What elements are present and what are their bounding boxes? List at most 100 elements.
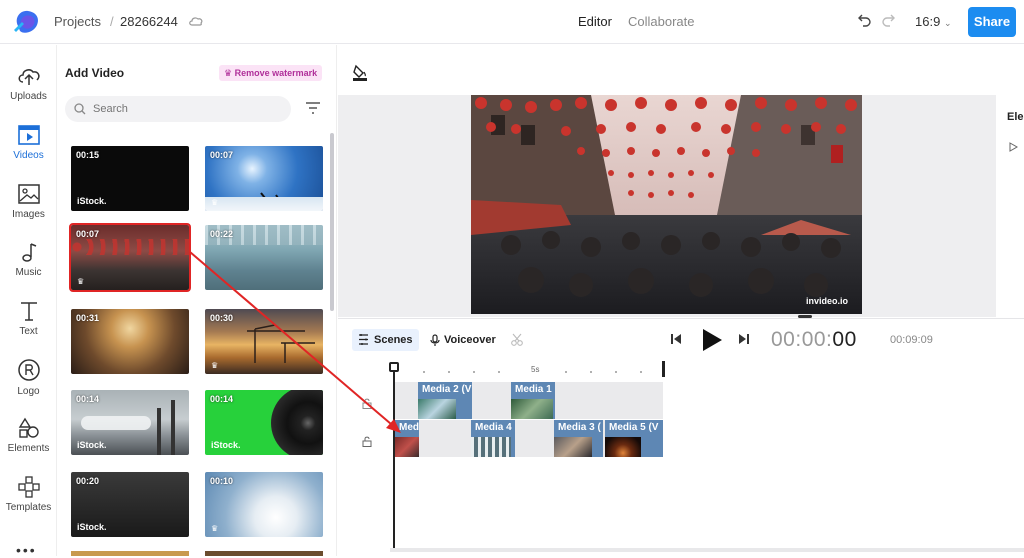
- media-clip[interactable]: Media 5 (V: [605, 420, 663, 457]
- video-thumbnail[interactable]: 00:20 iStock.: [71, 472, 189, 537]
- tab-voiceover[interactable]: Voiceover: [430, 329, 496, 351]
- timeline-controls: Scenes Voiceover 00:00:00 00:09:09: [338, 315, 1024, 358]
- timeline-scrollbar[interactable]: [390, 548, 1024, 552]
- top-bar: Projects / 28266244 Editor Collaborate 1…: [0, 0, 1024, 44]
- invideo-watermark: invideo.io: [805, 296, 848, 306]
- canvas-area: invideo.io Ele: [338, 45, 1024, 317]
- timeline-ruler[interactable]: 5s: [393, 365, 663, 378]
- rail-label: Templates: [5, 502, 52, 513]
- premium-crown-icon: ♛: [211, 198, 219, 207]
- rail-item-uploads[interactable]: Uploads: [0, 65, 57, 102]
- tab-scenes[interactable]: Scenes: [352, 329, 419, 351]
- video-thumbnail[interactable]: 00:15 iStock.: [71, 146, 189, 211]
- text-icon: [20, 302, 37, 321]
- rail-item-elements[interactable]: Elements: [0, 417, 57, 454]
- templates-grid-icon: [17, 476, 40, 498]
- istock-watermark: iStock.: [211, 440, 241, 450]
- elements-panel-label[interactable]: Ele: [1007, 111, 1024, 123]
- istock-watermark: iStock.: [77, 196, 107, 206]
- breadcrumb-projects[interactable]: Projects: [54, 14, 101, 29]
- aspect-ratio-dropdown[interactable]: 16:9 ⌄: [915, 14, 951, 29]
- video-duration: 00:22: [210, 229, 234, 239]
- video-thumbnail-partial[interactable]: [205, 551, 323, 556]
- chevron-down-icon: ⌄: [943, 18, 952, 28]
- image-icon: [17, 184, 40, 204]
- rail-item-videos[interactable]: Videos: [0, 124, 57, 161]
- add-video-panel: Add Video ♛ Remove watermark 00:15 iStoc…: [57, 45, 337, 556]
- timeline-end-marker[interactable]: [662, 361, 665, 377]
- resize-handle[interactable]: [798, 315, 812, 318]
- timeline-track-bottom[interactable]: Med Media 4 Media 3 ( Media 5 (V: [395, 420, 663, 457]
- istock-watermark: iStock.: [77, 522, 107, 532]
- rail-label: Elements: [7, 443, 50, 454]
- cloud-saved-icon: [189, 17, 203, 26]
- rail-item-music[interactable]: Music: [0, 241, 57, 278]
- rail-label: Text: [19, 326, 38, 337]
- video-thumbnail[interactable]: 00:22: [205, 225, 323, 290]
- project-id[interactable]: 28266244: [120, 14, 178, 29]
- play-outline-icon[interactable]: [1008, 142, 1018, 152]
- media-clip[interactable]: Med: [395, 420, 419, 457]
- skip-back-icon[interactable]: [670, 333, 682, 345]
- premium-crown-icon: ♛: [211, 524, 219, 533]
- video-thumbnail[interactable]: 00:30 ♛: [205, 309, 323, 374]
- rail-label: Uploads: [10, 91, 47, 102]
- unlock-icon[interactable]: [362, 436, 372, 447]
- play-icon[interactable]: [701, 328, 723, 352]
- timeline-track-top[interactable]: Media 2 (V Media 1: [395, 382, 663, 419]
- rail-label: Music: [15, 267, 42, 278]
- music-note-icon: [21, 243, 36, 262]
- upload-cloud-icon: [18, 69, 40, 85]
- playhead-handle[interactable]: [389, 362, 399, 372]
- share-button[interactable]: Share: [968, 7, 1016, 37]
- search-box[interactable]: [65, 96, 291, 122]
- filter-icon[interactable]: [305, 101, 321, 115]
- ruler-mark-5s: 5s: [531, 365, 540, 374]
- rail-label: Images: [12, 209, 45, 220]
- rail-item-logo[interactable]: Logo: [0, 358, 57, 397]
- video-thumbnail[interactable]: 00:14 iStock.: [205, 390, 323, 455]
- video-preview[interactable]: invideo.io: [471, 95, 862, 314]
- video-duration: 00:07: [76, 229, 100, 239]
- scenes-icon: [359, 334, 368, 345]
- microphone-icon: [430, 334, 440, 346]
- video-thumbnail-selected[interactable]: 00:07 ♛: [69, 223, 191, 292]
- scissors-icon[interactable]: [510, 333, 524, 347]
- rail-item-images[interactable]: Images: [0, 183, 57, 220]
- search-input[interactable]: [93, 100, 283, 118]
- video-duration: 00:30: [210, 313, 234, 323]
- logo-r-icon: [17, 359, 40, 381]
- video-thumbnail[interactable]: 00:14 iStock.: [71, 390, 189, 455]
- shapes-icon: [18, 417, 39, 438]
- rail-label: Logo: [17, 386, 40, 397]
- video-duration: 00:10: [210, 476, 234, 486]
- video-duration: 00:31: [76, 313, 100, 323]
- remove-watermark-button[interactable]: ♛ Remove watermark: [219, 65, 323, 81]
- video-thumbnail[interactable]: 00:31: [71, 309, 189, 374]
- media-clip[interactable]: Media 3 (: [554, 420, 603, 457]
- redo-icon[interactable]: [880, 12, 898, 30]
- video-thumbnail[interactable]: 00:07 ♛: [205, 146, 323, 211]
- media-clip[interactable]: Media 4: [471, 420, 515, 457]
- video-thumbnail-partial[interactable]: [71, 551, 189, 556]
- current-timecode: 00:00:00: [771, 328, 857, 351]
- video-thumbnail[interactable]: 00:10 ♛: [205, 472, 323, 537]
- tab-collaborate[interactable]: Collaborate: [628, 14, 695, 29]
- tab-editor[interactable]: Editor: [578, 14, 612, 29]
- unlock-icon[interactable]: [362, 398, 372, 409]
- undo-icon[interactable]: [855, 12, 873, 30]
- media-clip[interactable]: Media 2 (V: [418, 382, 472, 419]
- left-rail: Uploads Videos Images Music Text Logo El…: [0, 45, 57, 558]
- panel-scrollbar[interactable]: [330, 133, 334, 311]
- search-icon: [74, 103, 86, 115]
- right-side-panel: Ele: [996, 95, 1024, 317]
- playhead[interactable]: [393, 362, 395, 550]
- invideo-logo-icon[interactable]: [12, 8, 42, 36]
- media-clip[interactable]: Media 1: [511, 382, 555, 419]
- rail-item-text[interactable]: Text: [0, 300, 57, 337]
- skip-forward-icon[interactable]: [738, 333, 750, 345]
- rail-item-templates[interactable]: Templates: [0, 476, 57, 513]
- street-scene: [471, 95, 862, 314]
- timeline: 5s Media 2 (V Media 1 Med Media 4 Media …: [338, 358, 1024, 556]
- fill-color-icon[interactable]: [352, 63, 368, 81]
